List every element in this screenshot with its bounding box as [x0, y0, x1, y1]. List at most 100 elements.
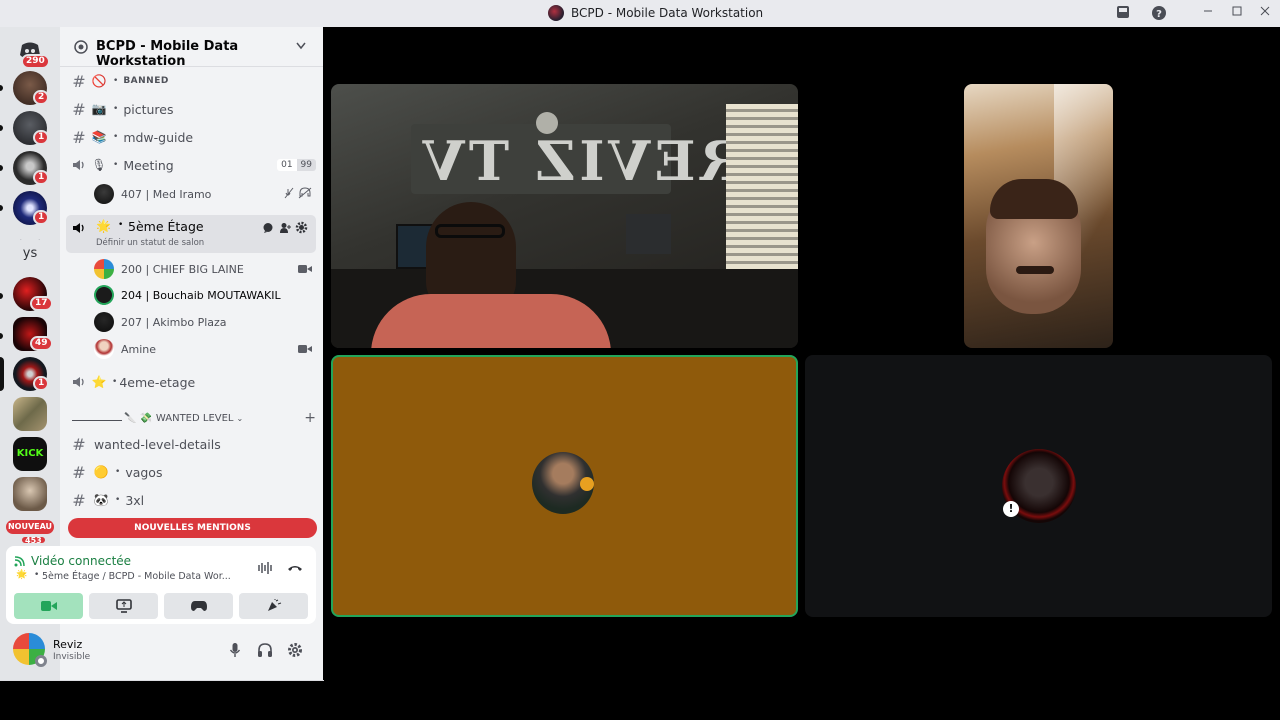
inbox-icon[interactable]	[1115, 5, 1131, 21]
user-max: 99	[296, 159, 316, 171]
hash-icon: #	[72, 462, 86, 482]
channel-banned[interactable]: # 🚫 • BANNED	[68, 68, 316, 94]
screen-share-button[interactable]	[89, 593, 158, 619]
voice-user[interactable]: 200 | CHIEF BIG LAINE	[94, 257, 312, 281]
person-shirt	[371, 294, 611, 348]
channel-pictures[interactable]: # 📷 • pictures	[68, 96, 316, 122]
voice-status[interactable]: Vidéo connectée	[31, 554, 131, 568]
channel-wanted-level-details[interactable]: # wanted-level-details	[68, 431, 316, 457]
server-8[interactable]	[13, 397, 47, 431]
headphones-icon[interactable]	[257, 642, 273, 658]
sun-emoji: 🌟	[16, 570, 28, 580]
server-7[interactable]: 1	[13, 357, 50, 391]
channel-name: pictures	[123, 101, 174, 117]
channel-status[interactable]: Définir un statut de salon	[96, 238, 204, 248]
channel-vagos[interactable]: # 🟡 • vagos	[68, 459, 316, 485]
signal-icon[interactable]	[14, 555, 26, 567]
server-4[interactable]: 1	[13, 191, 50, 225]
new-unreads-pill[interactable]: NOUVEAU	[6, 520, 54, 534]
guild-name: BCPD - Mobile Data Workstation	[96, 39, 239, 69]
gear-icon[interactable]	[295, 221, 308, 234]
video-tile-reviz-tv[interactable]: REVIZ TV	[331, 84, 798, 348]
soundboard-icon	[267, 599, 281, 611]
maximize-icon[interactable]	[1229, 5, 1245, 21]
minimize-icon[interactable]	[1200, 5, 1216, 21]
microphone-icon[interactable]	[229, 642, 241, 658]
video-tile-portrait[interactable]	[964, 84, 1113, 348]
help-icon[interactable]: ?	[1151, 5, 1167, 21]
server-kick[interactable]: KICK	[13, 437, 47, 471]
video-tile-speaking[interactable]	[331, 355, 798, 617]
banned-emoji: 🚫	[91, 74, 107, 88]
server-badge: 2	[33, 90, 50, 105]
channel-name: vagos	[125, 464, 163, 480]
unread-pip	[0, 205, 3, 211]
voice-user-name: 407 | Med Iramo	[121, 187, 212, 201]
badge-emblem	[536, 112, 558, 134]
server-badge: 1	[33, 210, 50, 225]
window-title-text: BCPD - Mobile Data Workstation	[571, 6, 764, 20]
voice-location[interactable]: 5ème Étage / BCPD - Mobile Data Wor...	[42, 571, 231, 582]
activity-button[interactable]	[164, 593, 233, 619]
my-username[interactable]: Reviz	[53, 638, 82, 651]
category-wanted-level[interactable]: 🔪 💸 WANTED LEVEL ⌄ +	[72, 407, 316, 429]
screen-share-icon	[115, 599, 132, 613]
soundboard-button[interactable]	[239, 593, 308, 619]
add-channel-icon[interactable]: +	[304, 410, 316, 426]
window-title: BCPD - Mobile Data Workstation	[548, 5, 763, 21]
server-ys[interactable]: ys	[13, 237, 47, 271]
noise-suppression-icon[interactable]	[257, 561, 273, 575]
selected-indicator	[0, 357, 4, 391]
camera-emoji: 📷	[91, 102, 107, 116]
voice-user[interactable]: 407 | Med Iramo	[94, 182, 312, 206]
chevron-down-icon[interactable]	[296, 42, 306, 50]
guild-header[interactable]: BCPD - Mobile Data Workstation	[60, 27, 323, 69]
muted-icon	[284, 186, 312, 202]
new-mentions-button[interactable]: NOUVELLES MENTIONS	[68, 518, 317, 538]
separator-dot: •	[115, 467, 121, 477]
voice-user[interactable]: 207 | Akimbo Plaza	[94, 310, 312, 334]
voice-user[interactable]: Amine	[94, 337, 312, 361]
user-count: 01	[277, 159, 297, 171]
channel-4eme-etage[interactable]: ⭐ • 4eme-etage	[68, 369, 316, 395]
user-limit: 01 99	[277, 159, 316, 171]
invite-icon[interactable]	[279, 222, 291, 234]
my-status: Invisible	[53, 652, 91, 662]
camera-button[interactable]	[14, 593, 83, 619]
channel-mdw-guide[interactable]: # 📚 • mdw-guide	[68, 124, 316, 150]
channel-name: BANNED	[123, 76, 169, 86]
server-3[interactable]: 1	[13, 151, 50, 185]
separator-dot: •	[118, 220, 124, 230]
disconnect-icon[interactable]	[287, 563, 303, 573]
hash-icon: #	[72, 490, 86, 510]
server-1[interactable]: 2	[13, 71, 50, 105]
direct-messages-button[interactable]: 290	[13, 33, 50, 69]
video-tile-user[interactable]: !	[805, 355, 1272, 617]
channel-5eme-etage[interactable]: 🌟 • 5ème Étage Définir un statut de salo…	[66, 215, 316, 253]
server-2[interactable]: 1	[13, 111, 50, 145]
voice-user[interactable]: 204 | Bouchaib MOUTAWAKIL	[94, 283, 312, 307]
user-panel: Reviz Invisible	[6, 628, 316, 674]
mic-emoji: 🎙	[91, 158, 107, 172]
server-6[interactable]: 49	[13, 317, 53, 351]
channel-meeting[interactable]: 🎙 • Meeting 01 99	[68, 152, 316, 178]
voice-user-name: 204 | Bouchaib MOUTAWAKIL	[121, 288, 281, 302]
server-9[interactable]	[13, 477, 47, 511]
server-5[interactable]: 17	[13, 277, 53, 311]
channel-name: 5ème Étage	[128, 219, 204, 234]
close-icon[interactable]	[1257, 5, 1273, 21]
channel-3xl[interactable]: # 🐼 • 3xl	[68, 487, 316, 513]
avatar	[94, 339, 114, 359]
books-emoji: 📚	[91, 130, 107, 144]
unread-pip	[0, 333, 3, 339]
gear-icon[interactable]	[287, 642, 303, 658]
glasses	[435, 224, 505, 238]
monitor	[626, 214, 671, 254]
chat-icon[interactable]	[262, 222, 274, 234]
category-line	[72, 419, 122, 421]
star-emoji: ⭐	[91, 375, 107, 389]
video-icon	[298, 265, 312, 273]
voice-connection-panel: Vidéo connectée 🌟 • 5ème Étage / BCPD - …	[6, 546, 316, 624]
window-blinds	[726, 104, 798, 274]
channel-name: mdw-guide	[123, 129, 194, 145]
